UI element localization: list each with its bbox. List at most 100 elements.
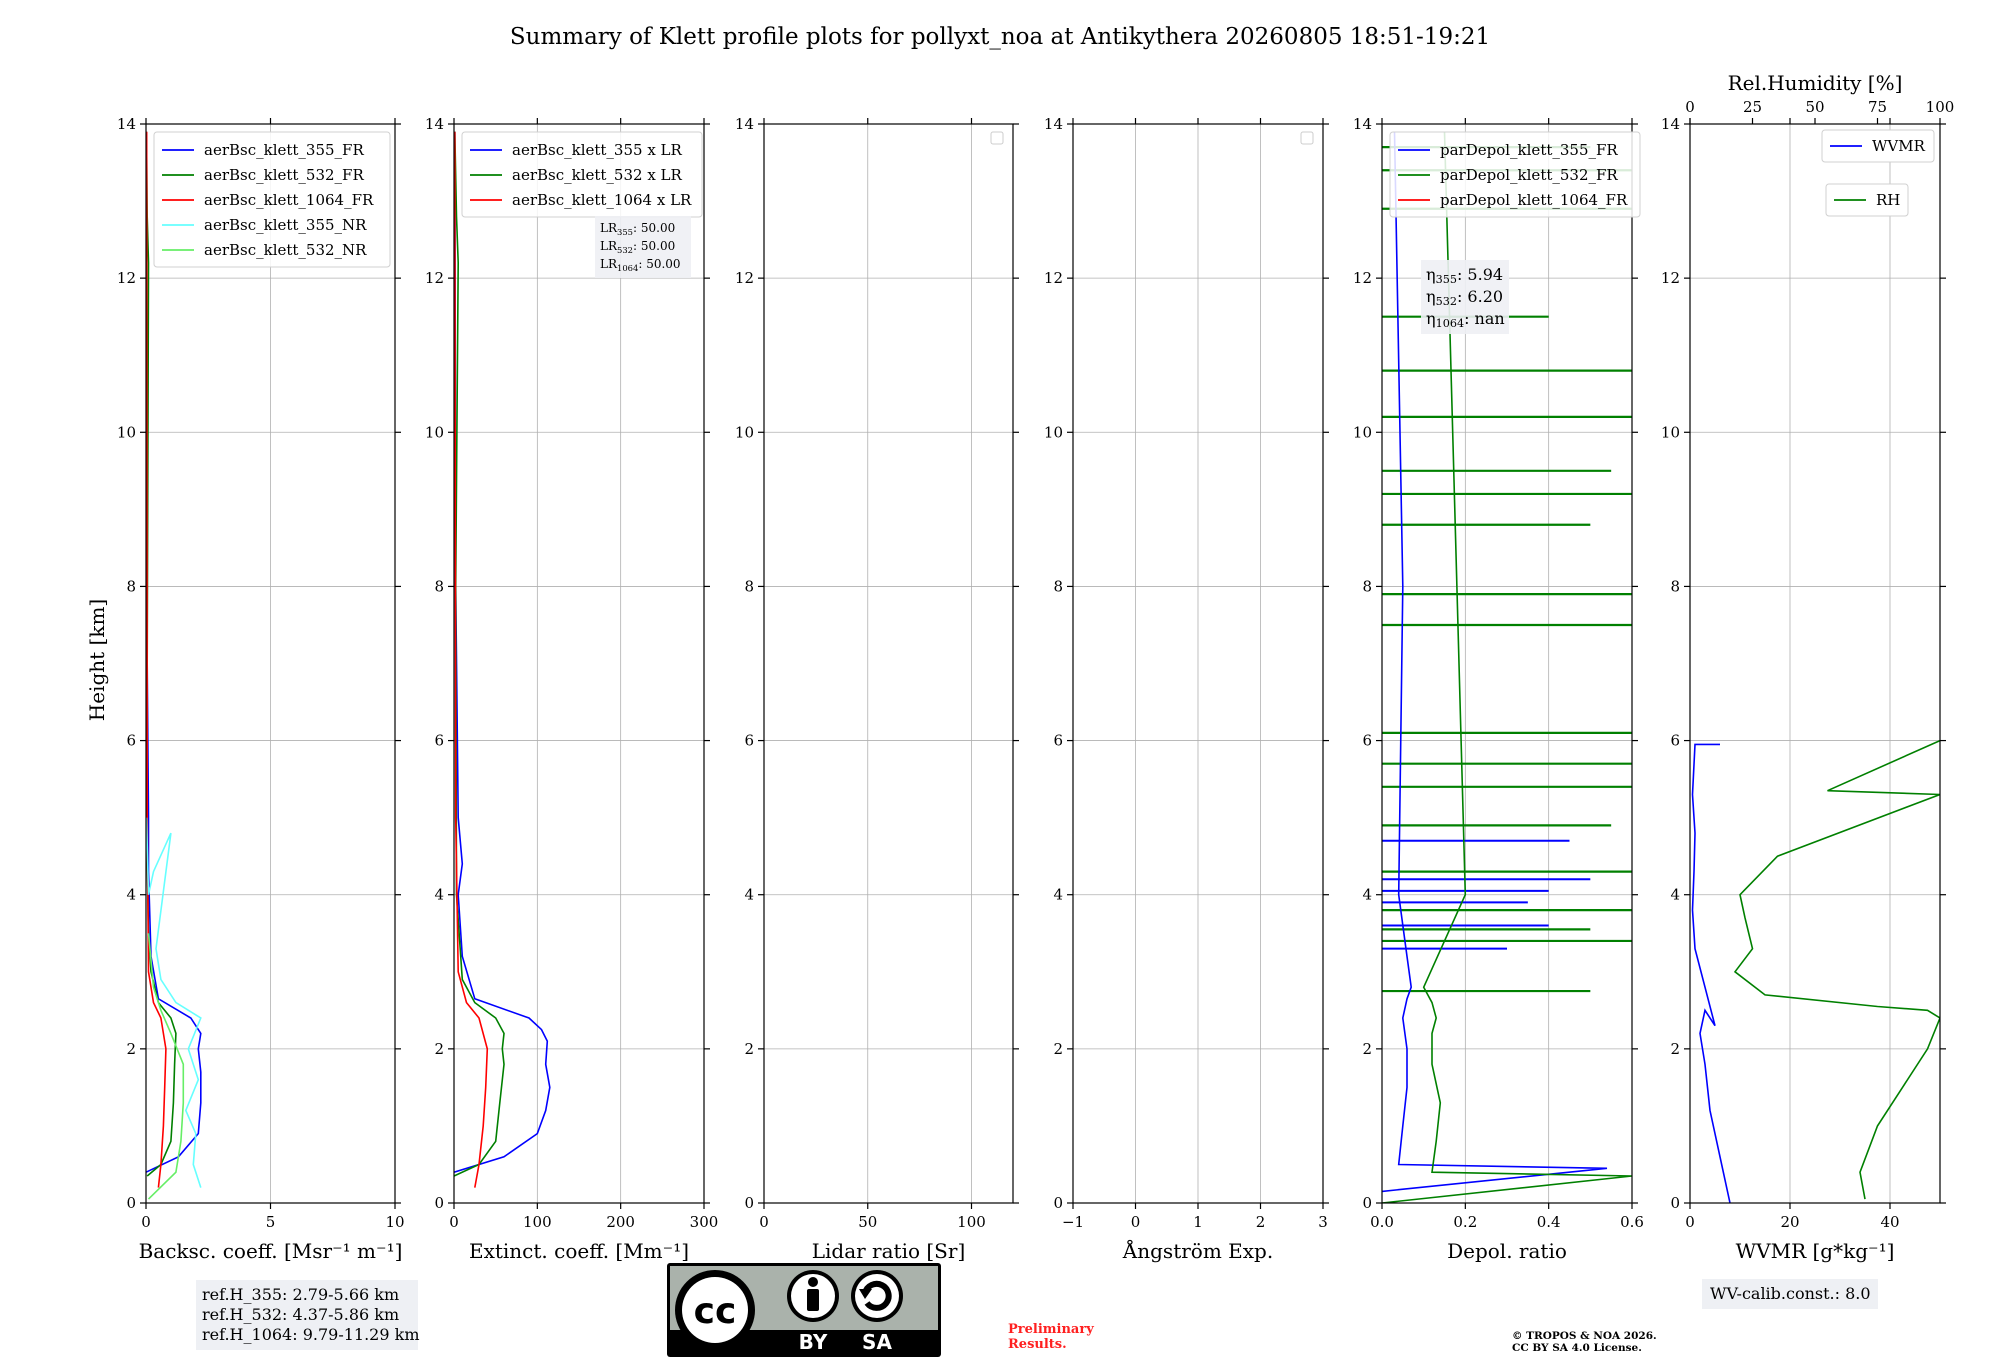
annotation-value: : 5.94: [1457, 265, 1503, 284]
plot-frame: [1689, 123, 1941, 1204]
footer: ref.H_355: 2.79-5.66 kmref.H_532: 4.37-5…: [196, 1263, 1657, 1357]
copyright-note: © TROPOS & NOA 2026.: [1512, 1330, 1657, 1342]
annotation-subscript: 355: [1436, 273, 1457, 286]
top-tick-label: 0: [1685, 98, 1695, 116]
y-tick-label: 6: [434, 732, 444, 750]
legend-label: aerBsc_klett_355 x LR: [512, 141, 683, 159]
y-tick-label: 0: [1362, 1194, 1372, 1212]
y-tick-label: 10: [1353, 423, 1372, 441]
legend-label: parDepol_klett_532_FR: [1440, 166, 1618, 184]
top-tick-label: 100: [1926, 98, 1955, 116]
series-line-aerBsc_klett_1064 x LR: [454, 131, 489, 1188]
legend-label: aerBsc_klett_1064 x LR: [512, 191, 692, 209]
annotation-subscript: 1064: [617, 263, 638, 273]
x-tick-label: 3: [1318, 1213, 1328, 1231]
by-icon-head: [808, 1277, 818, 1287]
y-tick-label: 14: [735, 115, 754, 133]
y-tick-label: 6: [1670, 732, 1680, 750]
legend-label: parDepol_klett_1064_FR: [1440, 191, 1628, 209]
legend-label: RH: [1876, 191, 1900, 209]
legend-label: aerBsc_klett_355_FR: [204, 141, 364, 159]
annotation-line: LR355: 50.00: [600, 221, 675, 237]
legend-label: aerBsc_klett_532_FR: [204, 166, 364, 184]
y-tick-label: 6: [1362, 732, 1372, 750]
panel-1: 0 2 4 6 8 10 12 14 0 5 10 Backsc. coeff. [Msr⁻¹ m⁻¹…: [117, 115, 405, 1263]
y-tick-label: 10: [117, 423, 136, 441]
x-tick-label: 5: [266, 1213, 276, 1231]
y-tick-label: 2: [126, 1040, 136, 1058]
annotation-subscript: 532: [1436, 295, 1457, 308]
y-tick-label: 0: [744, 1194, 754, 1212]
y-tick-label: 14: [117, 115, 136, 133]
annotation-value: : nan: [1464, 309, 1505, 328]
x-tick-label: −1: [1062, 1213, 1084, 1231]
legend-label: parDepol_klett_355_FR: [1440, 141, 1618, 159]
y-axis-label: Height [km]: [85, 599, 109, 721]
x-tick-label: 0.6: [1620, 1213, 1644, 1231]
annotation-symbol: LR: [600, 221, 618, 235]
x-tick-label: 200: [606, 1213, 635, 1231]
preliminary-note: Preliminary: [1008, 1322, 1094, 1337]
annotation-subscript: 1064: [1436, 317, 1464, 330]
y-tick-label: 6: [744, 732, 754, 750]
x-tick-label: 2: [1256, 1213, 1266, 1231]
cc-icon-text: cc: [694, 1291, 737, 1332]
figure-canvas: Summary of Klett profile plots for polly…: [85, 24, 1955, 1357]
annotation-value: : 50.00: [633, 239, 675, 253]
annotation-symbol: η: [1426, 287, 1436, 306]
y-tick-label: 2: [1670, 1040, 1680, 1058]
preliminary-note: Results.: [1008, 1337, 1067, 1352]
series-line-RH: [1733, 739, 1940, 1200]
y-tick-label: 12: [1044, 269, 1063, 287]
y-tick-label: 12: [1661, 269, 1680, 287]
y-tick-label: 14: [1353, 115, 1372, 133]
legend-label: aerBsc_klett_355_NR: [204, 216, 367, 234]
y-tick-label: 6: [1053, 732, 1063, 750]
y-tick-label: 2: [434, 1040, 444, 1058]
y-tick-label: 8: [434, 577, 444, 595]
x-tick-label: 100: [957, 1213, 986, 1231]
license-sa-label: SA: [862, 1330, 892, 1354]
y-tick-label: 12: [425, 269, 444, 287]
x-tick-label: 10: [385, 1213, 404, 1231]
figure-title: Summary of Klett profile plots for polly…: [510, 24, 1490, 50]
ref-height-line: ref.H_1064: 9.79-11.29 km: [202, 1325, 420, 1344]
x-tick-label: 0.0: [1370, 1213, 1394, 1231]
empty-legend-box: [990, 131, 1004, 145]
y-tick-label: 4: [1362, 886, 1372, 904]
series-line-aerBsc_klett_355_NR: [146, 817, 202, 1188]
y-tick-label: 0: [1670, 1194, 1680, 1212]
y-tick-label: 10: [1044, 423, 1063, 441]
y-tick-label: 8: [744, 577, 754, 595]
y-tick-label: 8: [1362, 577, 1372, 595]
y-tick-label: 4: [1670, 886, 1680, 904]
y-tick-label: 14: [425, 115, 444, 133]
panel-5: 0 2 4 6 8 10 12 14 0.0 0.2 0.4 0.6 Depol. ratio parDe…: [1353, 115, 1644, 1263]
x-tick-label: 0.4: [1537, 1213, 1561, 1231]
y-tick-label: 14: [1661, 115, 1680, 133]
y-tick-label: 0: [126, 1194, 136, 1212]
y-tick-label: 12: [117, 269, 136, 287]
annotation-value: : 6.20: [1457, 287, 1503, 306]
plot-frame: [763, 123, 1014, 1204]
annotation-symbol: η: [1426, 309, 1436, 328]
y-tick-label: 10: [735, 423, 754, 441]
legend-label: WVMR: [1872, 137, 1926, 155]
x-tick-label: 0: [1131, 1213, 1141, 1231]
copyright-note: CC BY SA 4.0 License.: [1512, 1342, 1642, 1354]
top-axis-label: Rel.Humidity [%]: [1728, 71, 1903, 95]
x-axis-label: Backsc. coeff. [Msr⁻¹ m⁻¹]: [139, 1239, 403, 1263]
y-tick-label: 14: [1044, 115, 1063, 133]
series-line-WVMR: [1691, 743, 1731, 1203]
x-tick-label: 0: [759, 1213, 769, 1231]
license-by-label: BY: [799, 1330, 828, 1354]
x-tick-label: 0.2: [1453, 1213, 1477, 1231]
annotation-value: : 50.00: [633, 221, 675, 235]
y-tick-label: 8: [1670, 577, 1680, 595]
annotation-subscript: 532: [617, 245, 633, 255]
x-tick-label: 40: [1880, 1213, 1899, 1231]
y-tick-label: 4: [744, 886, 754, 904]
annotation-symbol: LR: [600, 257, 618, 271]
panel-4: 02468101214−1 0 1 2 3Ångström Exp.: [1044, 115, 1329, 1263]
y-tick-label: 2: [1362, 1040, 1372, 1058]
